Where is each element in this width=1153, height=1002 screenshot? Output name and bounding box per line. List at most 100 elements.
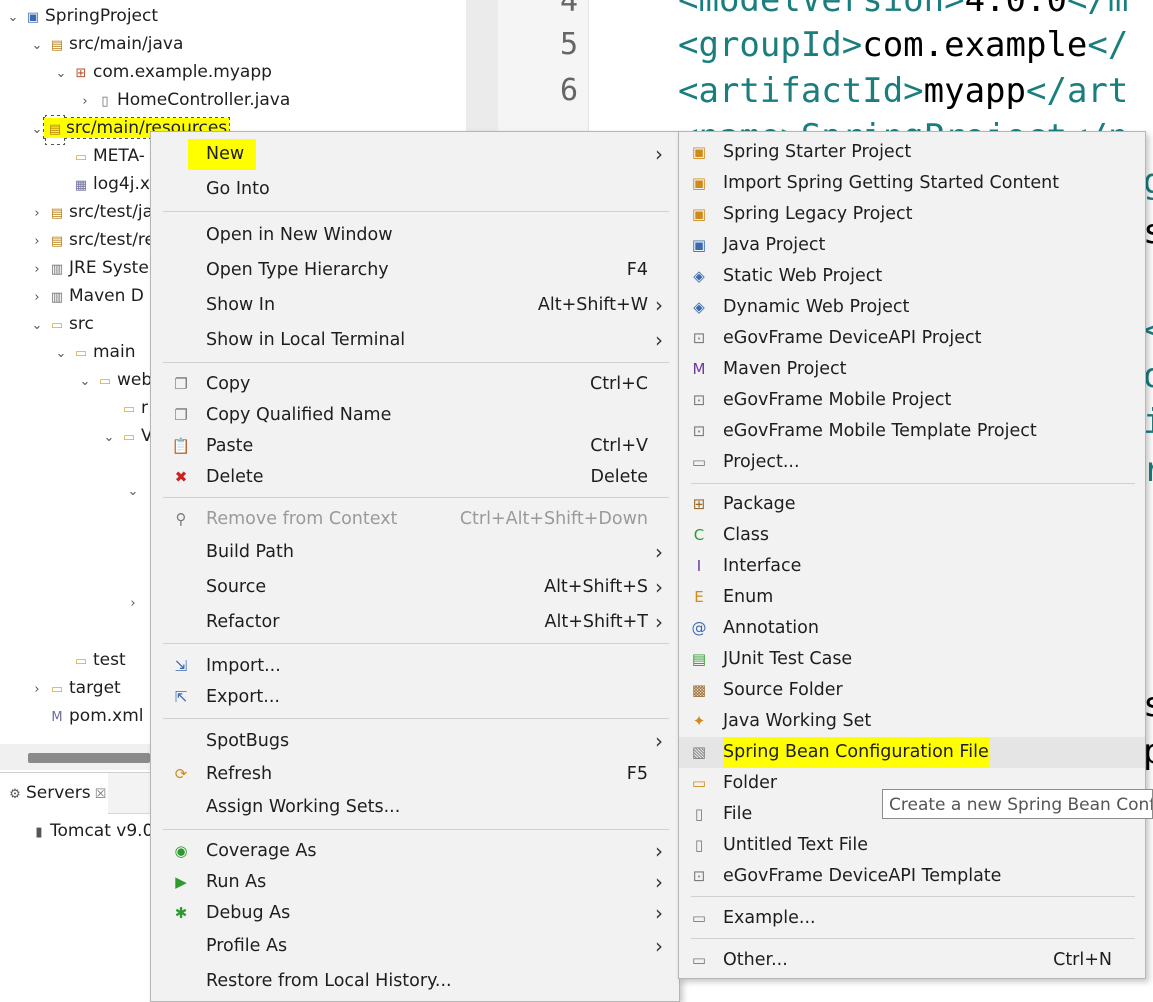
menu-item-run-as[interactable]: ▶ Run As › [151,867,679,898]
tree-item-maven-dependencies[interactable]: › ▥ Maven D [30,282,143,312]
menu-item-delete[interactable]: ✖ Delete Delete [151,462,679,493]
menu-item-untitled-text-file[interactable]: ▯ Untitled Text File [679,830,1145,861]
vertical-scrollbar[interactable] [466,0,498,140]
tree-item-webapp[interactable]: ⌄ ▭ web [78,366,153,396]
tree-item-jre-system-library[interactable]: › ▥ JRE Syste [30,254,148,284]
menu-item-paste[interactable]: 📋 Paste Ctrl+V [151,431,679,462]
chevron-right-icon[interactable]: › [30,676,44,704]
tree-item-label: r [141,398,148,418]
menu-item-source-folder[interactable]: ▩ Source Folder [679,675,1145,706]
chevron-right-icon[interactable]: › [30,256,44,284]
tree-item-src-test-java[interactable]: › ▤ src/test/ja [30,198,153,226]
tree-item-web-inf[interactable]: ⌄ ▭ V [102,422,153,450]
menu-item-refresh[interactable]: ⟳ Refresh F5 [151,759,679,790]
menu-item-import[interactable]: ⇲ Import... [151,651,679,682]
tree-item-test[interactable]: ▭ test [54,646,126,674]
menu-item-class[interactable]: C Class [679,520,1145,551]
spring-legacy-icon: ▣ [691,205,707,223]
chevron-down-icon[interactable]: ⌄ [54,60,68,88]
tree-item-pom-xml[interactable]: Mpom.xml [30,702,144,730]
tree-item-label: src/test/ja [69,202,154,222]
tree-item-src-test-resources[interactable]: › ▤ src/test/re [30,226,155,254]
menu-item-egovframe-deviceapi-project[interactable]: ⊡ eGovFrame DeviceAPI Project [679,323,1145,354]
library-icon: ▥ [50,262,64,277]
chevron-right-icon[interactable]: › [30,284,44,312]
menu-item-open-type-hierarchy[interactable]: Open Type Hierarchy F4 [151,255,679,286]
menu-item-enum[interactable]: E Enum [679,582,1145,613]
menu-item-maven-project[interactable]: M Maven Project [679,354,1145,385]
menu-item-annotation[interactable]: @ Annotation [679,613,1145,644]
close-icon[interactable]: ☒ [95,787,107,802]
chevron-right-icon: › [655,729,663,753]
menu-item-interface[interactable]: I Interface [679,551,1145,582]
tree-item-springproject[interactable]: ⌄ ▣ SpringProject [6,2,158,30]
menu-item-example[interactable]: ▭ Example... [679,903,1145,934]
menu-item-egovframe-mobile-template-project[interactable]: ⊡ eGovFrame Mobile Template Project [679,416,1145,447]
tree-item-main[interactable]: ⌄ ▭ main [54,338,136,368]
menu-item-spotbugs[interactable]: SpotBugs › [151,726,679,757]
new-project-icon: ▭ [691,453,707,471]
menu-item-egovframe-deviceapi-template[interactable]: ⊡ eGovFrame DeviceAPI Template [679,861,1145,892]
folder-icon: ▭ [74,654,88,669]
tree-item-src-main-java[interactable]: ⌄ ▤ src/main/java [30,30,184,60]
menu-item-spring-bean-configuration-file[interactable]: ▧ Spring Bean Configuration File [679,737,1145,768]
menu-item-assign-working-sets[interactable]: Assign Working Sets... [151,792,679,823]
menu-item-import-spring-getting-started[interactable]: ▣ Import Spring Getting Started Content [679,168,1145,199]
chevron-down-icon[interactable]: ⌄ [78,368,92,396]
menu-item-restore-from-local-history[interactable]: Restore from Local History... [151,966,679,997]
chevron-down-icon[interactable]: ⌄ [126,478,140,506]
menu-item-static-web-project[interactable]: ◈ Static Web Project [679,261,1145,292]
source-folder-icon: ▤ [48,122,62,137]
tree-item-homecontroller[interactable]: › ▯ HomeController.java [78,86,290,114]
menu-item-package[interactable]: ⊞ Package [679,489,1145,520]
chevron-down-icon[interactable]: ⌄ [30,312,44,340]
chevron-right-icon[interactable]: › [30,200,44,228]
chevron-down-icon[interactable]: ⌄ [6,4,20,32]
menu-item-spring-starter-project[interactable]: ▣ Spring Starter Project [679,137,1145,168]
menu-item-copy-qualified-name[interactable]: ❐ Copy Qualified Name [151,400,679,431]
menu-item-other[interactable]: ▭ Other... Ctrl+N [679,945,1145,976]
menu-item-build-path[interactable]: Build Path › [151,537,679,568]
tree-item-log4j[interactable]: ▦ log4j.x [54,170,150,198]
tree-item-resources-folder[interactable]: ▭ r [102,394,148,422]
chevron-down-icon[interactable]: ⌄ [30,32,44,60]
chevron-right-icon[interactable]: › [126,590,140,618]
menu-item-open-in-new-window[interactable]: Open in New Window [151,220,679,251]
tree-item-package[interactable]: ⌄ ⊞ com.example.myapp [54,58,272,86]
menu-item-java-working-set[interactable]: ✦ Java Working Set [679,706,1145,737]
menu-separator [691,483,1135,484]
menu-item-export[interactable]: ⇱ Export... [151,682,679,713]
tree-item-label: pom.xml [69,706,144,726]
chevron-down-icon[interactable]: ⌄ [54,340,68,368]
server-item-tomcat[interactable]: ▮ Tomcat v9.0 [30,817,153,845]
menu-item-java-project[interactable]: ▣ Java Project [679,230,1145,261]
menu-item-source[interactable]: Source Alt+Shift+S › [151,572,679,603]
menu-item-profile-as[interactable]: Profile As › [151,931,679,962]
menu-item-egovframe-mobile-project[interactable]: ⊡ eGovFrame Mobile Project [679,385,1145,416]
menu-item-new[interactable]: New › [151,139,679,170]
menu-item-show-in[interactable]: Show In Alt+Shift+W › [151,290,679,321]
menu-item-debug-as[interactable]: ✱ Debug As › [151,898,679,929]
menu-item-coverage-as[interactable]: ◉ Coverage As › [151,836,679,867]
menu-item-refactor[interactable]: Refactor Alt+Shift+T › [151,607,679,638]
menu-item-junit-test-case[interactable]: ▤ JUnit Test Case [679,644,1145,675]
menu-item-project[interactable]: ▭ Project... [679,447,1145,478]
tree-item-meta-inf[interactable]: ▭ META- [54,142,145,170]
tree-item-src[interactable]: ⌄ ▭ src [30,310,94,338]
scrollbar-thumb[interactable] [28,753,150,763]
chevron-down-icon[interactable]: ⌄ [102,424,116,452]
chevron-down-icon[interactable]: ⌄ [30,116,44,144]
maven-file-icon: M [51,710,63,725]
menu-item-dynamic-web-project[interactable]: ◈ Dynamic Web Project [679,292,1145,323]
folder-icon: ▭ [74,150,88,165]
menu-item-spring-legacy-project[interactable]: ▣ Spring Legacy Project [679,199,1145,230]
menu-item-show-in-local-terminal[interactable]: Show in Local Terminal › [151,325,679,356]
tree-item-target[interactable]: › ▭ target [30,674,120,704]
spring-import-icon: ▣ [691,174,707,192]
menu-item-go-into[interactable]: Go Into [151,174,679,205]
chevron-right-icon[interactable]: › [30,228,44,256]
chevron-right-icon[interactable]: › [78,88,92,116]
menu-item-remove-from-context[interactable]: ⚲ Remove from Context Ctrl+Alt+Shift+Down [151,504,679,535]
tab-servers[interactable]: ⚙ Servers ☒ [0,773,109,813]
menu-item-copy[interactable]: ❐ Copy Ctrl+C [151,369,679,400]
